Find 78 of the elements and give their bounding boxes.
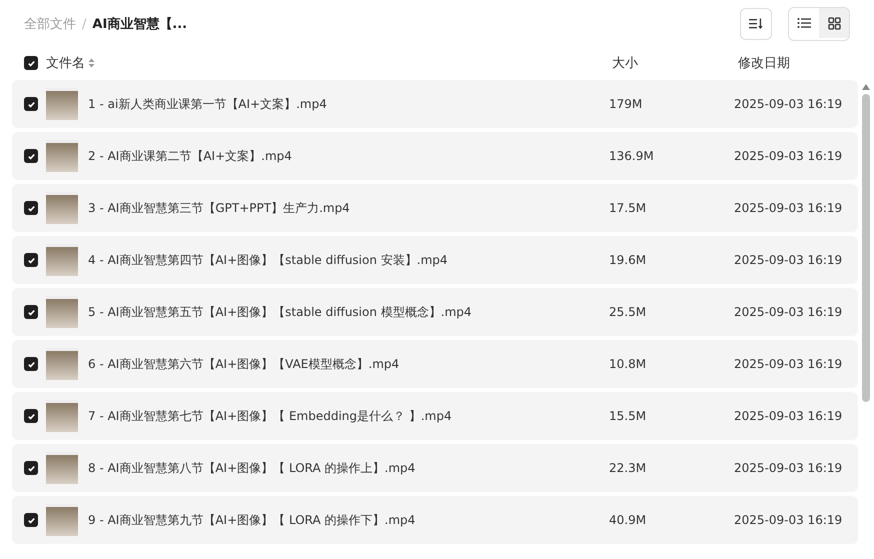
video-thumbnail bbox=[46, 452, 78, 484]
file-row[interactable]: 3 - AI商业智慧第三节【GPT+PPT】生产力.mp4 17.5M 2025-09-03 16:19 bbox=[12, 184, 858, 232]
modified-date: 2025-09-03 16:19 bbox=[734, 149, 844, 163]
file-name: 4 - AI商业智慧第四节【AI+图像】【stable diffusion 安装】.mp4 bbox=[88, 252, 449, 268]
file-size: 25.5M bbox=[609, 305, 648, 319]
modified-date: 2025-09-03 16:19 bbox=[734, 253, 844, 267]
file-name: 8 - AI商业智慧第八节【AI+图像】【 LORA 的操作上】.mp4 bbox=[88, 460, 416, 476]
file-name: 2 - AI商业课第二节【AI+文案】.mp4 bbox=[88, 148, 293, 164]
row-checkbox[interactable] bbox=[24, 305, 38, 319]
modified-date: 2025-09-03 16:19 bbox=[734, 513, 844, 527]
column-header: 大小 bbox=[612, 55, 639, 72]
row-checkbox[interactable] bbox=[24, 97, 38, 111]
video-thumbnail bbox=[46, 88, 78, 120]
video-thumbnail bbox=[46, 140, 78, 172]
video-thumbnail bbox=[46, 192, 78, 224]
video-thumbnail bbox=[46, 400, 78, 432]
row-checkbox[interactable] bbox=[24, 201, 38, 215]
modified-date: 2025-09-03 16:19 bbox=[734, 305, 844, 319]
checkmark-icon bbox=[26, 204, 36, 212]
video-thumbnail bbox=[46, 348, 78, 380]
file-name: 6 - AI商业智慧第六节【AI+图像】【VAE模型概念】.mp4 bbox=[88, 356, 400, 372]
file-name: 1 - ai新人类商业课第一节【AI+文案】.mp4 bbox=[88, 96, 328, 112]
grid-icon bbox=[828, 16, 840, 30]
sort-arrows-icon bbox=[88, 58, 95, 68]
row-checkbox[interactable] bbox=[24, 409, 38, 423]
file-name: 5 - AI商业智慧第五节【AI+图像】【stable diffusion 模型概念】.mp4 bbox=[88, 304, 473, 320]
scrollbar-thumb[interactable] bbox=[862, 94, 870, 402]
file-name: 3 - AI商业智慧第三节【GPT+PPT】生产力.mp4 bbox=[88, 200, 351, 216]
file-size: 136.9M bbox=[609, 149, 655, 163]
file-row[interactable]: 7 - AI商业智慧第七节【AI+图像】【 Embedding是什么？ 】.mp4 15.5M 2025-09-03 16:19 bbox=[12, 392, 858, 440]
modified-date: 2025-09-03 16:19 bbox=[734, 201, 844, 215]
checkmark-icon bbox=[26, 58, 36, 68]
checkmark-icon bbox=[26, 256, 36, 264]
row-checkbox[interactable] bbox=[24, 357, 38, 371]
row-checkbox[interactable] bbox=[24, 513, 38, 527]
modified-date: 2025-09-03 16:19 bbox=[734, 357, 844, 371]
checkmark-icon bbox=[26, 308, 36, 316]
checkmark-icon bbox=[26, 152, 36, 160]
file-size: 19.6M bbox=[609, 253, 648, 267]
checkmark-icon bbox=[26, 516, 36, 524]
select-all-checkbox[interactable] bbox=[24, 56, 38, 70]
file-row[interactable]: 1 - ai新人类商业课第一节【AI+文案】.mp4 179M 2025-09-03 16:19 bbox=[12, 80, 858, 128]
modified-date: 2025-09-03 16:19 bbox=[734, 461, 844, 475]
modified-date: 2025-09-03 16:19 bbox=[734, 409, 844, 423]
sort-button[interactable] bbox=[740, 8, 772, 40]
row-checkbox[interactable] bbox=[24, 149, 38, 163]
modified-date: 2025-09-03 16:19 bbox=[734, 97, 844, 111]
file-row[interactable]: 8 - AI商业智慧第八节【AI+图像】【 LORA 的操作上】.mp4 22.3M 2025-09-03 16:19 bbox=[12, 444, 858, 492]
scroll-up-icon[interactable] bbox=[862, 84, 870, 90]
file-row[interactable]: 9 - AI商业智慧第九节【AI+图像】【 LORA 的操作下】.mp4 40.9M 2025-09-03 16:19 bbox=[12, 496, 858, 544]
sort-icon bbox=[749, 18, 763, 30]
file-name: 7 - AI商业智慧第七节【AI+图像】【 Embedding是什么？ 】.mp4 bbox=[88, 408, 453, 424]
checkmark-icon bbox=[26, 360, 36, 368]
file-row[interactable]: 5 - AI商业智慧第五节【AI+图像】【stable diffusion 模型概念】.mp4 25.5M 2025-09-03 16:19 bbox=[12, 288, 858, 336]
breadcrumb-item: AI商业智慧【... bbox=[92, 16, 188, 33]
file-size: 10.8M bbox=[609, 357, 648, 371]
video-thumbnail bbox=[46, 504, 78, 536]
file-size: 40.9M bbox=[609, 513, 648, 527]
file-row[interactable]: 4 - AI商业智慧第四节【AI+图像】【stable diffusion 安装】.mp4 19.6M 2025-09-03 16:19 bbox=[12, 236, 858, 284]
video-thumbnail bbox=[46, 244, 78, 276]
file-size: 179M bbox=[609, 97, 644, 111]
row-checkbox[interactable] bbox=[24, 461, 38, 475]
file-size: 22.3M bbox=[609, 461, 648, 475]
checkmark-icon bbox=[26, 464, 36, 472]
row-checkbox[interactable] bbox=[24, 253, 38, 267]
checkmark-icon bbox=[26, 100, 36, 108]
list-icon bbox=[797, 17, 811, 29]
checkmark-icon bbox=[26, 412, 36, 420]
file-row[interactable]: 2 - AI商业课第二节【AI+文案】.mp4 136.9M 2025-09-03 16:19 bbox=[12, 132, 858, 180]
column-header[interactable]: 文件名 bbox=[46, 54, 85, 72]
file-size: 15.5M bbox=[609, 409, 648, 423]
view-button[interactable] bbox=[819, 8, 849, 38]
column-header: 修改日期 bbox=[738, 55, 791, 72]
video-thumbnail bbox=[46, 296, 78, 328]
file-row[interactable]: 6 - AI商业智慧第六节【AI+图像】【VAE模型概念】.mp4 10.8M 2025-09-03 16:19 bbox=[12, 340, 858, 388]
breadcrumb-separator: / bbox=[82, 16, 86, 32]
file-size: 17.5M bbox=[609, 201, 648, 215]
file-name: 9 - AI商业智慧第九节【AI+图像】【 LORA 的操作下】.mp4 bbox=[88, 512, 416, 528]
